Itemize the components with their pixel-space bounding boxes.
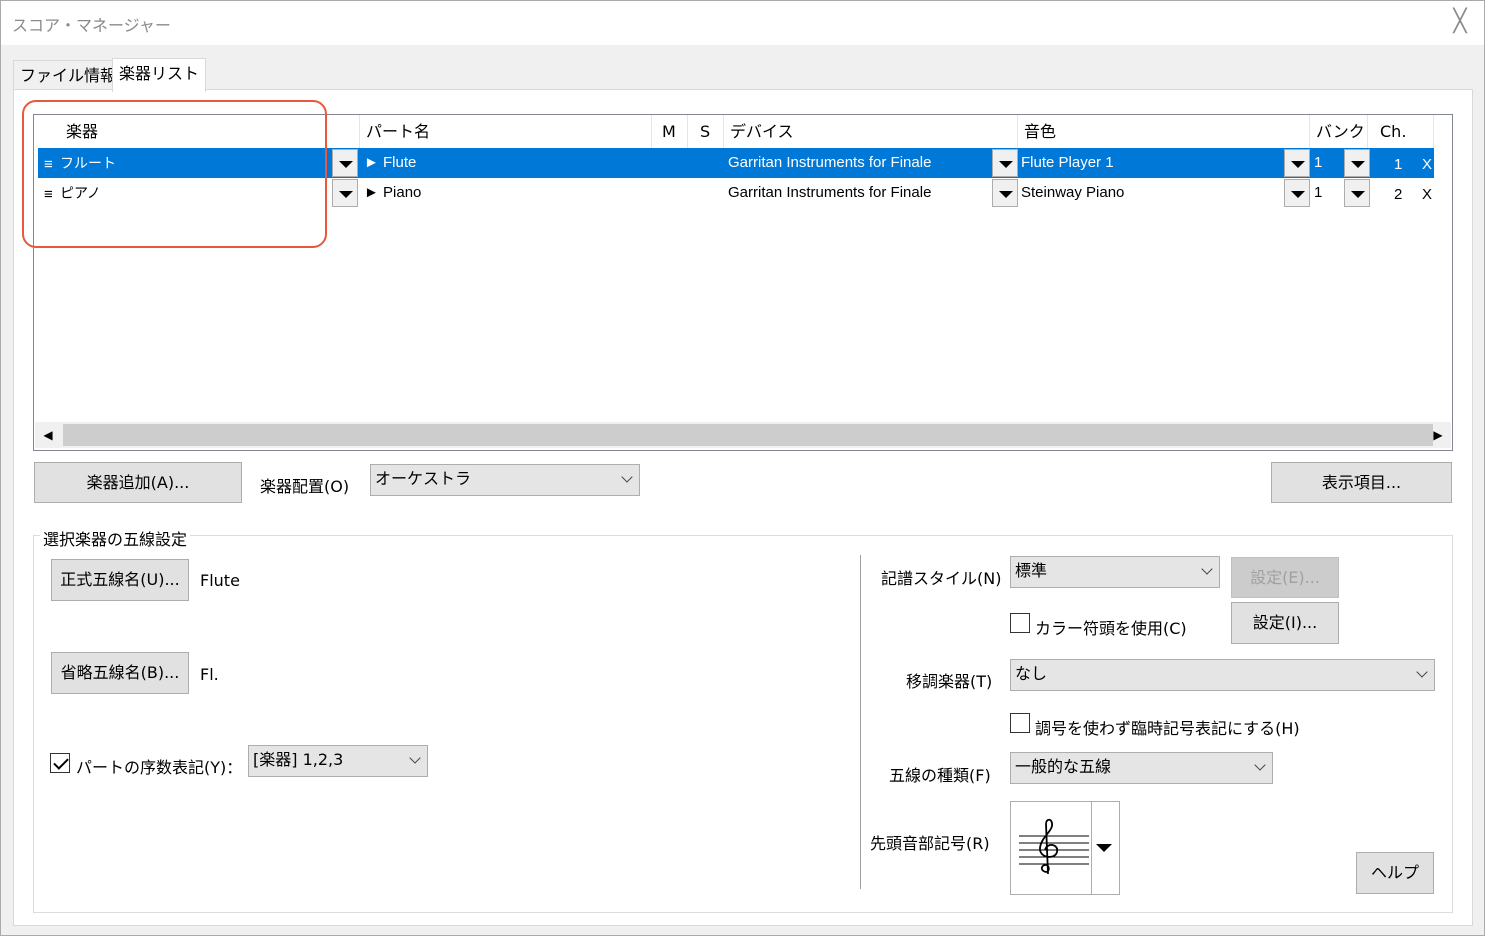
device-dropdown-button[interactable]	[992, 179, 1018, 207]
abbr-staff-name-button[interactable]: 省略五線名(B)...	[51, 652, 189, 694]
part-numbering-select[interactable]: [楽器] 1,2,3	[248, 745, 428, 777]
display-items-button[interactable]: 表示項目...	[1271, 462, 1452, 503]
color-noteheads-label: カラー符頭を使用(C)	[1035, 619, 1187, 638]
staff-type-value: 一般的な五線	[1015, 757, 1112, 776]
instrument-dropdown-button[interactable]	[332, 179, 358, 207]
full-staff-name-button[interactable]: 正式五線名(U)...	[51, 559, 189, 601]
staff-type-label: 五線の種類(F)	[889, 766, 991, 785]
chevron-down-icon	[621, 471, 633, 483]
chevron-down-icon	[409, 752, 421, 764]
part-numbering-value: [楽器] 1,2,3	[253, 750, 344, 769]
settings-i-button[interactable]: 設定(I)...	[1231, 602, 1339, 644]
remove-x-icon[interactable]: X	[1422, 180, 1432, 210]
scrollbar-thumb[interactable]	[63, 424, 1433, 446]
first-clef-label: 先頭音部記号(R)	[870, 834, 990, 853]
notation-style-value: 標準	[1015, 561, 1048, 580]
staff-type-select[interactable]: 一般的な五線	[1010, 752, 1273, 784]
device-name: Garritan Instruments for Finale	[728, 154, 932, 171]
group-title: 選択楽器の五線設定	[40, 526, 191, 550]
key-accidentals-checkbox[interactable]	[1010, 713, 1030, 733]
title-bar	[1, 1, 1484, 45]
column-header-channel[interactable]: Ch.	[1368, 115, 1434, 148]
transposition-value: なし	[1015, 664, 1048, 683]
bank-dropdown-button[interactable]	[1344, 179, 1370, 207]
key-accidentals-label: 調号を使わず臨時記号表記にする(H)	[1035, 719, 1300, 738]
arrangement-value: オーケストラ	[375, 469, 472, 488]
chevron-down-icon	[1254, 759, 1266, 771]
part-numbering-checkbox[interactable]	[50, 753, 70, 773]
abbr-staff-name-value: Fl.	[200, 665, 219, 684]
chevron-down-icon	[1416, 666, 1428, 678]
arrangement-label: 楽器配置(O)	[260, 477, 350, 496]
bank-value: 1	[1314, 154, 1323, 171]
horizontal-scrollbar[interactable]: ◀ ▶	[35, 422, 1451, 448]
column-header-bank[interactable]: バンク	[1310, 115, 1368, 148]
clef-picker-divider	[1091, 802, 1092, 894]
tab-instrument-list[interactable]: 楽器リスト	[112, 58, 207, 92]
notation-style-label: 記譜スタイル(N)	[881, 569, 1002, 588]
window-title: スコア・マネージャー	[12, 16, 171, 35]
tab-file-info[interactable]: ファイル情報	[13, 60, 124, 92]
channel-value: 2	[1394, 186, 1403, 203]
column-header-mute[interactable]: M	[652, 115, 688, 148]
transposition-label: 移調楽器(T)	[906, 672, 993, 691]
first-clef-picker[interactable]	[1010, 801, 1120, 895]
remove-x-icon[interactable]: X	[1422, 150, 1432, 180]
part-name[interactable]: ► Flute	[364, 148, 416, 178]
timbre-name: Flute Player 1	[1021, 154, 1114, 171]
help-button[interactable]: ヘルプ	[1356, 852, 1434, 894]
vertical-divider	[860, 555, 861, 889]
timbre-name: Steinway Piano	[1021, 184, 1125, 201]
settings-e-button[interactable]: 設定(E)...	[1231, 557, 1339, 598]
part-numbering-label: パートの序数表記(Y)：	[76, 758, 243, 777]
color-noteheads-checkbox[interactable]	[1010, 613, 1030, 633]
annotation-highlight	[22, 100, 327, 248]
channel-value: 1	[1394, 156, 1403, 173]
notation-style-select[interactable]: 標準	[1010, 556, 1220, 588]
chevron-down-icon	[1201, 563, 1213, 575]
scroll-right-icon[interactable]: ▶	[1425, 422, 1451, 448]
part-name[interactable]: ► Piano	[364, 178, 421, 208]
scroll-left-icon[interactable]: ◀	[35, 422, 61, 448]
full-staff-name-value: Flute	[200, 571, 240, 590]
device-name: Garritan Instruments for Finale	[728, 184, 932, 201]
instrument-dropdown-button[interactable]	[332, 149, 358, 177]
clef-dropdown-icon[interactable]	[1096, 844, 1112, 852]
timbre-dropdown-button[interactable]	[1284, 149, 1310, 177]
transposition-select[interactable]: なし	[1010, 659, 1435, 691]
column-header-device[interactable]: デバイス	[724, 115, 1018, 148]
bank-dropdown-button[interactable]	[1344, 149, 1370, 177]
column-header-timbre[interactable]: 音色	[1018, 115, 1310, 148]
column-header-solo[interactable]: S	[688, 115, 724, 148]
column-header-part-name[interactable]: パート名	[360, 115, 652, 148]
bank-value: 1	[1314, 184, 1323, 201]
arrangement-select[interactable]: オーケストラ	[370, 464, 640, 496]
treble-clef-icon	[1019, 818, 1089, 875]
add-instrument-button[interactable]: 楽器追加(A)...	[34, 462, 242, 503]
timbre-dropdown-button[interactable]	[1284, 179, 1310, 207]
device-dropdown-button[interactable]	[992, 149, 1018, 177]
close-icon[interactable]: ╳	[1446, 8, 1474, 36]
